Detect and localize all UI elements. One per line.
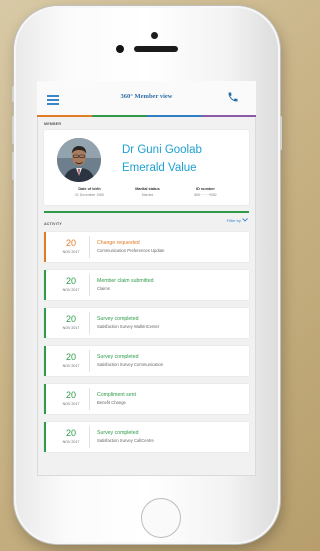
activity-subtitle: Benefit Change xyxy=(97,400,126,405)
status-indicator xyxy=(44,308,46,338)
activity-title: Survey completed xyxy=(97,354,139,360)
activity-item[interactable]: 20 NOV 2017 Member claim submitted Claims xyxy=(44,270,249,300)
marital-status-label: Marital status xyxy=(135,187,160,191)
activity-day: 20 xyxy=(65,238,76,248)
activity-divider xyxy=(89,350,90,372)
proximity-sensor xyxy=(151,32,158,39)
status-indicator xyxy=(44,422,46,452)
activity-title: Survey completed xyxy=(97,430,139,436)
app-screen: 360° Member view MEMBER Dr Guni Goolab E… xyxy=(37,81,256,476)
activity-subtitle: Satisfaction Survey WalkInCenter xyxy=(97,324,160,329)
chevron-down-icon xyxy=(242,218,248,222)
activity-month-year: NOV 2017 xyxy=(62,326,80,330)
activity-month-year: NOV 2017 xyxy=(62,288,80,292)
app-header: 360° Member view xyxy=(37,81,256,115)
home-button[interactable] xyxy=(141,498,181,538)
front-camera-icon xyxy=(116,45,124,53)
activity-item[interactable]: 20 NOV 2017 Change requested Communication … xyxy=(44,232,249,262)
activity-divider xyxy=(89,274,90,296)
volume-up-button xyxy=(12,116,14,144)
activity-month-year: NOV 2017 xyxy=(62,440,80,444)
activity-day: 20 xyxy=(65,314,76,324)
mute-switch xyxy=(12,86,14,102)
page-title: 360° Member view xyxy=(120,93,173,100)
member-name: Dr Guni Goolab xyxy=(122,144,202,156)
activity-title: Survey completed xyxy=(97,316,139,322)
filter-by-label: Filter by xyxy=(226,218,241,223)
marital-status-value: Married xyxy=(141,193,154,197)
status-indicator xyxy=(44,232,46,262)
activity-month-year: NOV 2017 xyxy=(62,402,80,406)
activity-divider xyxy=(89,426,90,448)
status-indicator xyxy=(44,346,46,376)
power-button xyxy=(280,116,282,150)
dob-value: 01 December 1985 xyxy=(75,193,104,197)
activity-subtitle: Claims xyxy=(97,286,110,291)
id-number-label: ID number xyxy=(196,187,215,191)
member-tier: Emerald Value xyxy=(122,162,197,174)
activity-section-label: ACTIVITY xyxy=(44,222,62,226)
activity-title: Member claim submitted xyxy=(97,278,154,284)
activity-item[interactable]: 20 NOV 2017 Survey completed Satisfaction S… xyxy=(44,346,249,376)
activity-subtitle: Communication Preferences Update xyxy=(97,248,165,253)
brand-color-strip xyxy=(37,115,256,117)
member-card-divider xyxy=(44,211,249,213)
activity-divider xyxy=(89,312,90,334)
activity-item[interactable]: 20 NOV 2017 Survey completed Satisfaction S… xyxy=(44,308,249,338)
activity-day: 20 xyxy=(65,276,76,286)
activity-item[interactable]: 20 NOV 2017 Compliment sent Benefit Change xyxy=(44,384,249,414)
member-section-label: MEMBER xyxy=(44,122,62,126)
activity-month-year: NOV 2017 xyxy=(62,250,80,254)
activity-subtitle: Satisfaction Survey Communication xyxy=(97,362,164,367)
activity-divider xyxy=(89,236,90,258)
member-card[interactable]: Dr Guni Goolab Emerald Value Date of bir… xyxy=(44,130,249,205)
avatar xyxy=(57,138,101,182)
status-indicator xyxy=(44,270,46,300)
activity-title: Change requested xyxy=(97,240,140,246)
id-number-value: 865········9082 xyxy=(194,193,217,197)
status-indicator xyxy=(44,384,46,414)
activity-title: Compliment sent xyxy=(97,392,136,398)
activity-day: 20 xyxy=(65,352,76,362)
activity-subtitle: Satisfaction Survey CallCentre xyxy=(97,438,154,443)
earpiece-speaker xyxy=(134,46,178,52)
dob-label: Date of birth xyxy=(78,187,101,191)
activity-day: 20 xyxy=(65,428,76,438)
phone-icon[interactable] xyxy=(227,91,239,103)
volume-down-button xyxy=(12,152,14,180)
activity-item[interactable]: 20 NOV 2017 Survey completed Satisfaction S… xyxy=(44,422,249,452)
activity-month-year: NOV 2017 xyxy=(62,364,80,368)
filter-by-dropdown[interactable]: Filter by xyxy=(227,218,248,223)
activity-day: 20 xyxy=(65,390,76,400)
activity-divider xyxy=(89,388,90,410)
